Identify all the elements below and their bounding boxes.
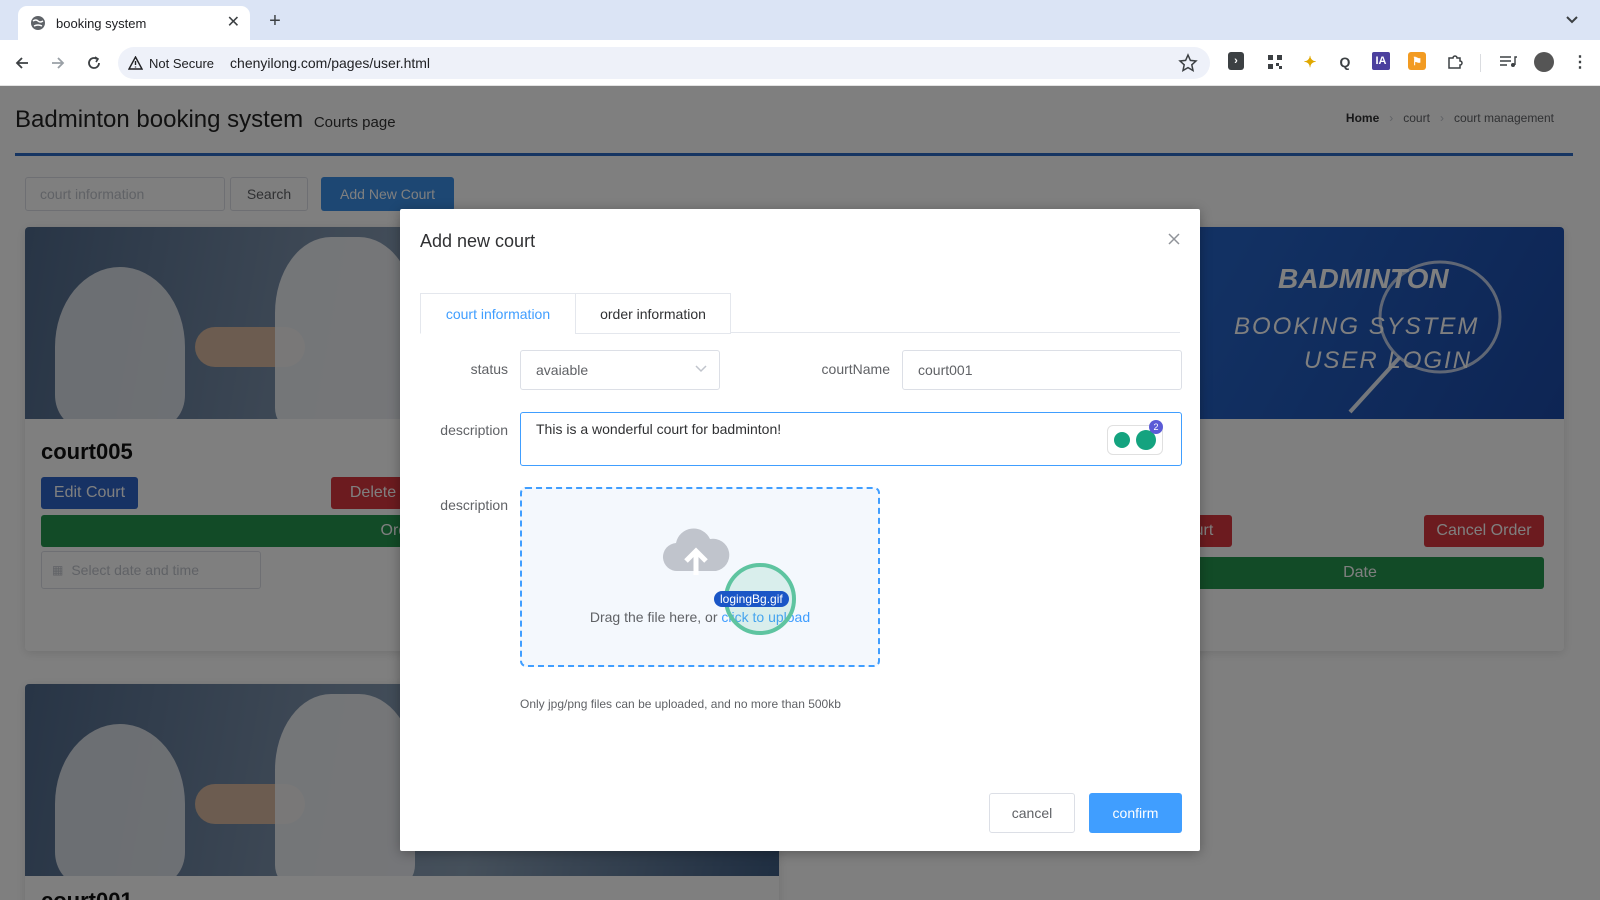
forward-icon[interactable] [46,51,70,75]
security-label: Not Secure [149,55,215,71]
status-select[interactable]: avaiable [520,350,720,390]
extension-icon-6[interactable]: ⚑ [1408,52,1426,70]
qr-code-icon[interactable] [1265,52,1285,72]
browser-toolbar: Not Secure chenyilong.com/pages/user.htm… [0,40,1600,86]
grammarly-widget[interactable]: 2 [1107,420,1163,455]
ia-extension-icon[interactable]: IA [1372,52,1390,70]
description-label: description [440,422,508,438]
status-label: status [470,361,508,377]
confirm-button[interactable]: confirm [1089,793,1182,833]
dragged-file-chip: logingBg.gif [714,591,789,607]
bookmark-star-icon[interactable] [1178,53,1198,73]
search-extension-icon[interactable]: Q [1335,52,1355,72]
puzzle-icon[interactable] [1445,52,1465,72]
cloud-upload-icon [662,528,730,575]
dialog-title: Add new court [420,231,536,251]
globe-icon [31,16,45,30]
tab-order-information[interactable]: order information [575,293,731,334]
tab-title: booking system [56,15,147,31]
reload-icon[interactable] [82,51,106,75]
address-bar[interactable]: Not Secure chenyilong.com/pages/user.htm… [118,47,1210,79]
extension-icon-3[interactable]: ✦ [1300,52,1320,72]
chevron-down-icon[interactable] [1562,10,1582,30]
browser-tab[interactable]: booking system ✕ [18,6,250,40]
new-tab-button[interactable]: + [262,8,288,34]
close-tab-icon[interactable]: ✕ [227,15,240,31]
close-icon[interactable] [1166,231,1182,247]
back-icon[interactable] [10,51,34,75]
avatar[interactable] [1534,52,1554,72]
warning-icon [128,56,143,70]
more-menu-icon[interactable]: ⋮ [1570,52,1590,72]
upload-label: description [440,497,508,513]
upload-instructions: Drag the file here, or click to upload [589,609,811,625]
playlist-icon[interactable] [1498,52,1518,72]
chevron-down-icon [695,365,707,373]
courtname-input[interactable]: court001 [902,350,1182,390]
upload-tip: Only jpg/png files can be uploaded, and … [520,697,841,711]
dialog-tabs: court information order information [420,293,1180,334]
url-text: chenyilong.com/pages/user.html [230,55,431,71]
add-court-dialog: Add new court court information order in… [400,209,1200,851]
extension-icon-1[interactable]: › [1228,52,1244,70]
description-textarea[interactable]: This is a wonderful court for badminton!… [520,412,1182,466]
cancel-button[interactable]: cancel [989,793,1075,833]
tab-court-information[interactable]: court information [420,293,576,334]
courtname-label: courtName [821,361,890,377]
upload-dropzone[interactable]: Drag the file here, or click to upload l… [520,487,880,667]
browser-tabstrip: booking system ✕ + [0,0,1600,40]
grammarly-count-badge: 2 [1149,420,1163,434]
lightbulb-icon [1114,432,1130,448]
security-indicator[interactable]: Not Secure [128,51,224,75]
